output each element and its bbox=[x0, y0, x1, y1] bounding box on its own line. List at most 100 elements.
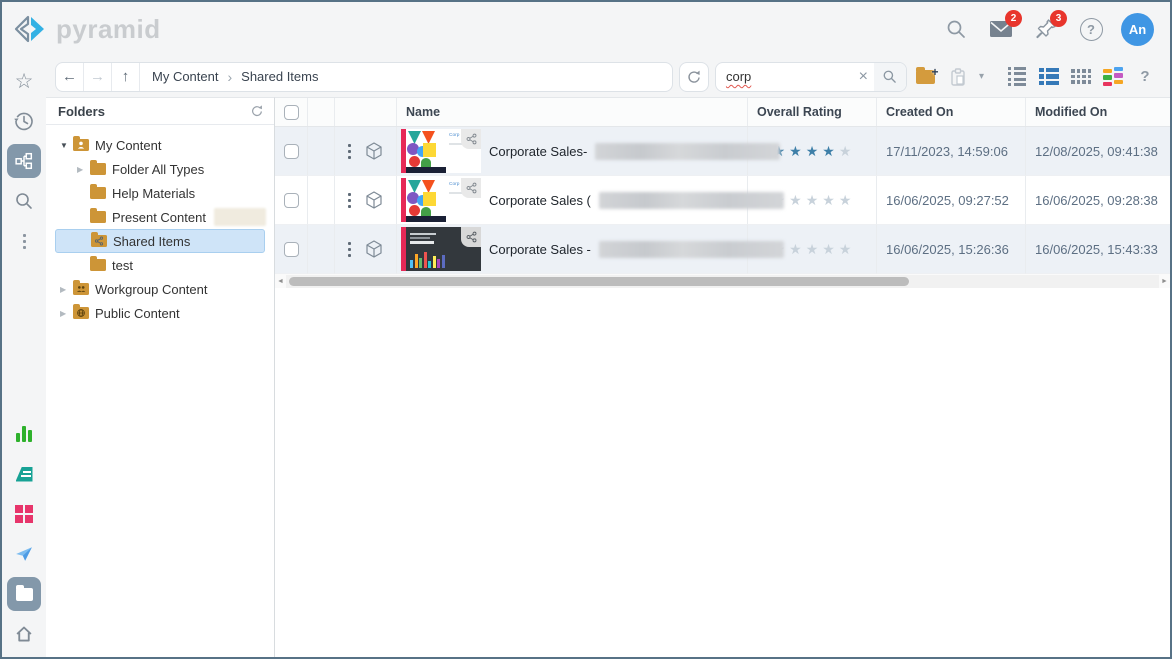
collapse-arrow-icon[interactable]: ▶ bbox=[77, 165, 90, 174]
back-button[interactable]: ← bbox=[56, 63, 84, 91]
table-row[interactable]: Corp bbox=[275, 127, 1170, 176]
present-button[interactable] bbox=[7, 457, 41, 491]
star-icon[interactable]: ★ bbox=[806, 242, 819, 256]
column-header-rating[interactable]: Overall Rating bbox=[748, 98, 877, 126]
row-menu-icon[interactable] bbox=[348, 193, 351, 208]
paste-dropdown-caret[interactable]: ▾ bbox=[977, 71, 986, 82]
folder-icon bbox=[90, 163, 106, 175]
star-icon[interactable]: ★ bbox=[822, 144, 835, 158]
star-icon[interactable]: ★ bbox=[822, 242, 835, 256]
item-thumbnail[interactable]: Corp bbox=[401, 178, 481, 222]
item-name[interactable]: Corporate Sales - bbox=[489, 242, 591, 257]
expand-arrow-icon[interactable]: ▼ bbox=[60, 141, 73, 150]
tree-view-button[interactable] bbox=[7, 144, 41, 178]
folders-panel-title: Folders bbox=[58, 104, 105, 119]
breadcrumb-current[interactable]: Shared Items bbox=[241, 69, 318, 84]
item-thumbnail[interactable]: Corp bbox=[401, 129, 481, 173]
scroll-right-icon[interactable]: ► bbox=[1159, 278, 1170, 285]
item-name[interactable]: Corporate Sales- bbox=[489, 144, 587, 159]
clear-search-icon[interactable]: × bbox=[853, 68, 874, 86]
tree-item-present-content[interactable]: Present Content bbox=[46, 205, 274, 229]
search-panel-button[interactable] bbox=[7, 184, 41, 218]
tree-item-public-content[interactable]: ▶ Public Content bbox=[46, 301, 274, 325]
search-input[interactable]: corp bbox=[726, 69, 853, 84]
detail-view-button[interactable] bbox=[1036, 64, 1062, 90]
column-header-name[interactable]: Name bbox=[397, 98, 748, 126]
distribute-button[interactable] bbox=[7, 537, 41, 571]
grid-view-button[interactable] bbox=[1068, 64, 1094, 90]
tree-item-my-content[interactable]: ▼ My Content bbox=[46, 133, 274, 157]
item-thumbnail[interactable] bbox=[401, 227, 481, 271]
group-by-button[interactable] bbox=[1100, 64, 1126, 90]
app-window: pyramid 2 3 bbox=[0, 0, 1172, 659]
select-all-checkbox[interactable] bbox=[284, 105, 299, 120]
table-row[interactable]: Corporate Sales - ★★★★★ 16/06/2025, 15:2… bbox=[275, 225, 1170, 274]
star-icon[interactable]: ★ bbox=[806, 144, 819, 158]
notifications-button[interactable]: 3 bbox=[1031, 14, 1061, 44]
collapse-arrow-icon[interactable]: ▶ bbox=[60, 309, 73, 318]
shared-badge-icon bbox=[461, 129, 481, 149]
row-checkbox[interactable] bbox=[284, 193, 299, 208]
row-menu-icon[interactable] bbox=[348, 144, 351, 159]
breadcrumb-root[interactable]: My Content bbox=[152, 69, 218, 84]
star-icon[interactable]: ★ bbox=[789, 242, 802, 256]
star-icon[interactable]: ★ bbox=[839, 144, 852, 158]
avatar[interactable]: An bbox=[1121, 13, 1154, 46]
bar-chart-icon bbox=[16, 426, 32, 442]
row-menu-icon[interactable] bbox=[348, 242, 351, 257]
new-folder-button[interactable]: + bbox=[913, 64, 939, 90]
home-button[interactable] bbox=[7, 617, 41, 651]
star-icon[interactable]: ★ bbox=[789, 144, 802, 158]
tree-item-shared-items[interactable]: Shared Items bbox=[55, 229, 265, 253]
recent-button[interactable] bbox=[7, 104, 41, 138]
row-checkbox[interactable] bbox=[284, 242, 299, 257]
workgroup-folder-icon bbox=[73, 283, 89, 295]
grid-view-icon bbox=[1071, 69, 1091, 84]
forward-button[interactable]: → bbox=[84, 63, 112, 91]
discover-button[interactable] bbox=[7, 417, 41, 451]
star-icon: ☆ bbox=[15, 71, 34, 92]
collapse-arrow-icon[interactable]: ▶ bbox=[60, 285, 73, 294]
model-cube-icon[interactable] bbox=[364, 239, 384, 259]
created-on-value: 16/06/2025, 15:26:36 bbox=[877, 225, 1026, 274]
model-cube-icon[interactable] bbox=[364, 190, 384, 210]
star-icon[interactable]: ★ bbox=[839, 242, 852, 256]
table-row[interactable]: Corp bbox=[275, 176, 1170, 225]
star-icon[interactable]: ★ bbox=[822, 193, 835, 207]
tree-item-help-materials[interactable]: Help Materials bbox=[46, 181, 274, 205]
horizontal-scrollbar[interactable]: ◄ ► bbox=[275, 274, 1170, 288]
refresh-button[interactable] bbox=[679, 62, 709, 92]
global-search-button[interactable] bbox=[941, 14, 971, 44]
messages-button[interactable]: 2 bbox=[986, 14, 1016, 44]
tree-item-test[interactable]: test bbox=[46, 253, 274, 277]
star-icon[interactable]: ★ bbox=[806, 193, 819, 207]
column-header-modified[interactable]: Modified On bbox=[1026, 98, 1170, 126]
item-name[interactable]: Corporate Sales ( bbox=[489, 193, 591, 208]
favorites-button[interactable]: ☆ bbox=[7, 64, 41, 98]
up-button[interactable]: ↑ bbox=[112, 63, 140, 91]
scrollbar-thumb[interactable] bbox=[289, 277, 909, 286]
home-icon bbox=[14, 624, 34, 644]
more-options-button[interactable] bbox=[7, 224, 41, 258]
chevron-right-icon: › bbox=[227, 69, 232, 85]
column-header-created[interactable]: Created On bbox=[877, 98, 1026, 126]
scroll-left-icon[interactable]: ◄ bbox=[275, 278, 286, 285]
publish-button[interactable] bbox=[7, 497, 41, 531]
public-folder-icon bbox=[73, 307, 89, 319]
content-button[interactable] bbox=[7, 577, 41, 611]
tree-icon bbox=[15, 152, 33, 170]
tree-item-workgroup-content[interactable]: ▶ Workgroup Content bbox=[46, 277, 274, 301]
toolbar-help-button[interactable]: ? bbox=[1132, 64, 1158, 90]
run-search-button[interactable] bbox=[874, 63, 906, 91]
paper-plane-icon bbox=[14, 545, 34, 563]
paste-button[interactable] bbox=[945, 64, 971, 90]
star-icon[interactable]: ★ bbox=[789, 193, 802, 207]
help-button[interactable]: ? bbox=[1076, 14, 1106, 44]
list-view-button[interactable] bbox=[1004, 64, 1030, 90]
scrollbar-track[interactable] bbox=[286, 275, 1159, 288]
star-icon[interactable]: ★ bbox=[839, 193, 852, 207]
refresh-folders-icon[interactable] bbox=[250, 104, 264, 118]
row-checkbox[interactable] bbox=[284, 144, 299, 159]
tree-item-folder-all-types[interactable]: ▶ Folder All Types bbox=[46, 157, 274, 181]
model-cube-icon[interactable] bbox=[364, 141, 384, 161]
